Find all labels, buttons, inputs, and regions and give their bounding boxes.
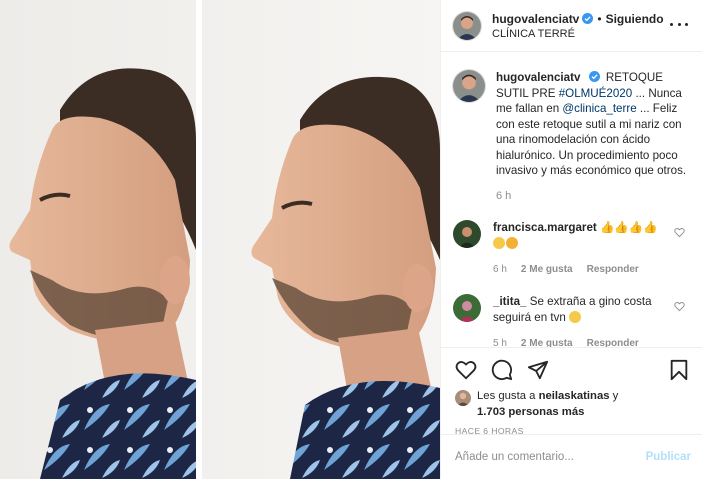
comment-username[interactable]: _itita_ bbox=[493, 295, 527, 308]
caption-mention[interactable]: @clinica_terre bbox=[562, 102, 636, 115]
comment-item: _itita_ Se extraña a gino costa seguirá … bbox=[453, 294, 691, 347]
liker-avatar[interactable] bbox=[455, 390, 471, 406]
following-button[interactable]: Siguiendo bbox=[606, 12, 664, 26]
comment-username[interactable]: francisca.margaret bbox=[493, 221, 597, 234]
post-photo[interactable] bbox=[0, 0, 440, 479]
caption-time[interactable]: 6 h bbox=[496, 189, 691, 205]
comment-bubble-icon[interactable] bbox=[491, 359, 513, 381]
hugging-emoji-icon bbox=[493, 237, 505, 249]
caption-username[interactable]: hugovalenciatv bbox=[496, 71, 580, 84]
verified-badge-icon bbox=[588, 71, 600, 82]
likes-summary: Les gusta a neilaskatinas y 1.703 person… bbox=[455, 389, 689, 420]
post-side-panel: hugovalenciatv • Siguiendo CLÍNICA TERRÉ bbox=[440, 0, 702, 479]
comment-like-heart-icon[interactable] bbox=[674, 301, 685, 312]
comment-text: 👍👍👍👍 bbox=[600, 221, 658, 234]
caption-avatar[interactable] bbox=[453, 70, 485, 102]
comment-time[interactable]: 5 h bbox=[493, 336, 507, 347]
before-after-profile-photo bbox=[0, 0, 440, 479]
comments-list[interactable]: hugovalenciatv RETOQUE SUTIL PRE #OLMUÉ2… bbox=[441, 53, 702, 347]
likes-connector: y bbox=[612, 390, 619, 402]
reply-button[interactable]: Responder bbox=[587, 336, 639, 347]
comment-likes[interactable]: 2 Me gusta bbox=[521, 336, 573, 347]
comment-likes[interactable]: 2 Me gusta bbox=[521, 262, 573, 278]
post-location[interactable]: CLÍNICA TERRÉ bbox=[492, 28, 664, 40]
post-caption: hugovalenciatv RETOQUE SUTIL PRE #OLMUÉ2… bbox=[453, 53, 691, 204]
sad-emoji-icon bbox=[569, 311, 582, 323]
publish-button[interactable]: Publicar bbox=[646, 451, 691, 463]
likes-count[interactable]: 1.703 personas más bbox=[477, 406, 584, 418]
add-comment-bar: Publicar bbox=[441, 434, 702, 479]
add-comment-input[interactable] bbox=[455, 451, 638, 463]
share-send-icon[interactable] bbox=[527, 359, 549, 381]
reply-button[interactable]: Responder bbox=[587, 262, 639, 278]
separator-dot: • bbox=[597, 11, 602, 26]
commenter-avatar[interactable] bbox=[453, 220, 481, 248]
liker-username[interactable]: neilaskatinas bbox=[539, 390, 610, 402]
like-heart-icon[interactable] bbox=[455, 359, 477, 381]
comment-emoji-row bbox=[493, 236, 663, 252]
comment-like-heart-icon[interactable] bbox=[674, 227, 685, 238]
verified-badge-icon bbox=[582, 13, 594, 24]
likes-prefix: Les gusta a bbox=[477, 390, 536, 402]
clapping-emoji-icon bbox=[506, 237, 518, 249]
comment-time[interactable]: 6 h bbox=[493, 262, 507, 278]
author-username[interactable]: hugovalenciatv bbox=[492, 12, 579, 26]
save-bookmark-icon[interactable] bbox=[669, 359, 689, 381]
caption-hashtag[interactable]: #OLMUÉ2020 bbox=[559, 87, 632, 100]
post-header: hugovalenciatv • Siguiendo CLÍNICA TERRÉ bbox=[441, 0, 702, 52]
more-options-icon[interactable] bbox=[670, 18, 688, 30]
commenter-avatar[interactable] bbox=[453, 294, 481, 322]
author-avatar[interactable] bbox=[453, 11, 481, 40]
comment-item: francisca.margaret 👍👍👍👍 6 h 2 Me gusta R… bbox=[453, 220, 691, 278]
